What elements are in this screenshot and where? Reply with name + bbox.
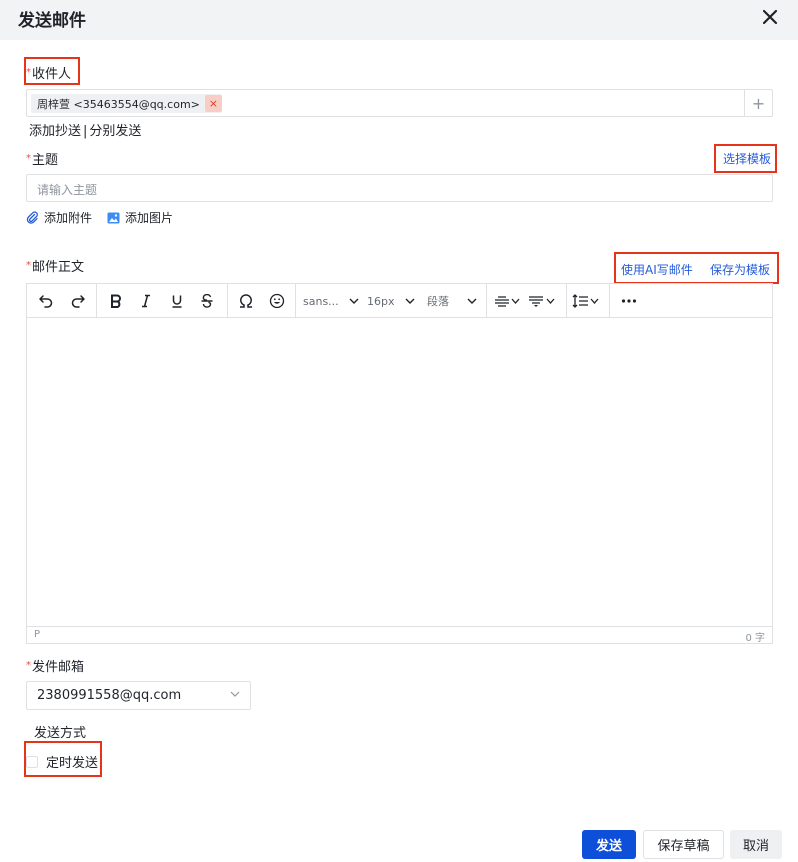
recipient-label: *收件人 [26,67,72,82]
toolbar-divider [295,284,296,318]
cancel-button[interactable]: 取消 [730,830,782,859]
undo-icon [39,295,53,308]
font-family-select[interactable]: sans... [303,284,359,318]
align-center-icon [495,296,520,307]
bold-button[interactable] [103,284,129,318]
remove-recipient-icon[interactable]: × [204,95,222,112]
editor-toolbar: sans... 16px 段落 [27,284,772,318]
redo-button[interactable] [65,284,91,318]
select-template-link[interactable]: 选择模板 [723,150,771,167]
required-mark: * [26,67,31,78]
sender-select[interactable]: 2380991558@qq.com [26,681,251,710]
block-format-value: 段落 [427,295,449,308]
add-image-button[interactable]: 添加图片 [107,209,173,226]
chevron-down-icon [349,298,359,304]
required-mark: * [26,260,31,271]
save-draft-button[interactable]: 保存草稿 [643,830,724,859]
element-path: P [34,629,41,640]
toolbar-divider [96,284,97,318]
special-char-button[interactable] [233,284,259,318]
strikethrough-button[interactable] [194,284,220,318]
block-format-select[interactable]: 段落 [427,284,477,318]
image-icon [107,212,120,223]
indent-button[interactable] [527,284,559,318]
add-recipient-button[interactable]: + [744,90,772,116]
omega-icon [240,294,252,308]
font-family-value: sans... [303,294,339,308]
italic-button[interactable] [133,284,159,318]
sender-label: *发件邮箱 [26,660,85,675]
line-height-icon [572,294,599,308]
recipient-tag: 周梓萱 <35463554@qq.com> × [31,94,222,113]
add-attachment-button[interactable]: 添加附件 [26,209,92,226]
add-attachment-label: 添加附件 [44,211,93,225]
body-label: *邮件正文 [26,260,85,275]
more-icon [621,299,637,303]
save-template-link[interactable]: 保存为模板 [710,261,770,278]
recipient-input[interactable]: 周梓萱 <35463554@qq.com> × + [26,89,773,117]
send-button[interactable]: 发送 [582,830,636,859]
bold-icon [111,294,121,308]
emoji-icon [269,293,285,309]
dialog-title: 发送邮件 [18,11,86,31]
toolbar-divider [227,284,228,318]
links-separator: | [83,124,88,139]
more-button[interactable] [616,284,642,318]
toolbar-divider [566,284,567,318]
align-button[interactable] [493,284,523,318]
indent-icon [529,296,555,307]
strikethrough-icon [201,294,213,308]
subject-input[interactable]: 请输入主题 [26,174,773,202]
editor-statusbar: P 0 字 [27,626,772,644]
font-size-value: 16px [367,294,395,308]
scheduled-send-label: 定时发送 [46,756,99,771]
line-height-button[interactable] [571,284,603,318]
subject-label: *主题 [26,153,59,168]
undo-button[interactable] [33,284,59,318]
dialog-header: 发送邮件 [0,0,798,40]
chevron-down-icon [405,298,415,304]
chevron-down-icon [467,298,477,304]
recipient-tag-text: 周梓萱 <35463554@qq.com> [37,97,200,111]
required-mark: * [26,660,31,671]
emoji-button[interactable] [264,284,290,318]
chevron-down-icon [230,691,240,697]
scheduled-send-option[interactable]: 定时发送 [26,752,98,771]
editor-content-area[interactable] [27,318,772,627]
redo-icon [71,295,85,308]
close-icon[interactable] [760,6,780,28]
toolbar-divider [486,284,487,318]
toolbar-divider [609,284,610,318]
recipient-links: 添加抄送 | 分别发送 [29,120,141,139]
italic-icon [142,294,150,308]
add-image-label: 添加图片 [125,211,174,225]
subject-placeholder: 请输入主题 [37,183,98,197]
word-count: 0 字 [745,633,765,644]
send-method-label: 发送方式 [34,726,87,741]
underline-icon [172,295,182,308]
underline-button[interactable] [164,284,190,318]
add-cc-link[interactable]: 添加抄送 [29,124,81,139]
rich-text-editor: sans... 16px 段落 P 0 字 [26,283,773,644]
paperclip-icon [26,211,38,224]
sender-value: 2380991558@qq.com [37,688,182,703]
separate-send-link[interactable]: 分别发送 [89,124,141,139]
required-mark: * [26,153,31,164]
font-size-select[interactable]: 16px [367,284,415,318]
ai-write-link[interactable]: 使用AI写邮件 [621,261,693,278]
scheduled-send-checkbox[interactable] [26,755,38,768]
